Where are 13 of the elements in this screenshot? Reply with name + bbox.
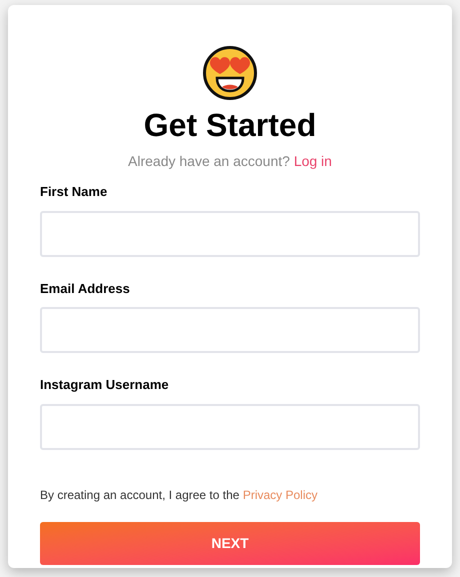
field-label: Email Address (40, 280, 131, 298)
field-label: First Name (40, 183, 108, 201)
consent-text: By creating an account, I agree to the Privacy Policy (40, 486, 318, 504)
input-field[interactable] (40, 307, 420, 353)
input-field[interactable] (40, 404, 420, 450)
login-prompt: Already have an account? Log in (127, 152, 333, 171)
login-link[interactable]: Log in (294, 153, 332, 169)
page-title: Get Started (142, 106, 318, 145)
next-button[interactable]: NEXT (40, 522, 420, 564)
input-field[interactable] (40, 210, 420, 256)
privacy-policy-link[interactable]: Privacy Policy (242, 488, 318, 502)
heart-eyes-emoji-icon (202, 45, 258, 101)
field-label: Instagram Username (40, 376, 170, 394)
